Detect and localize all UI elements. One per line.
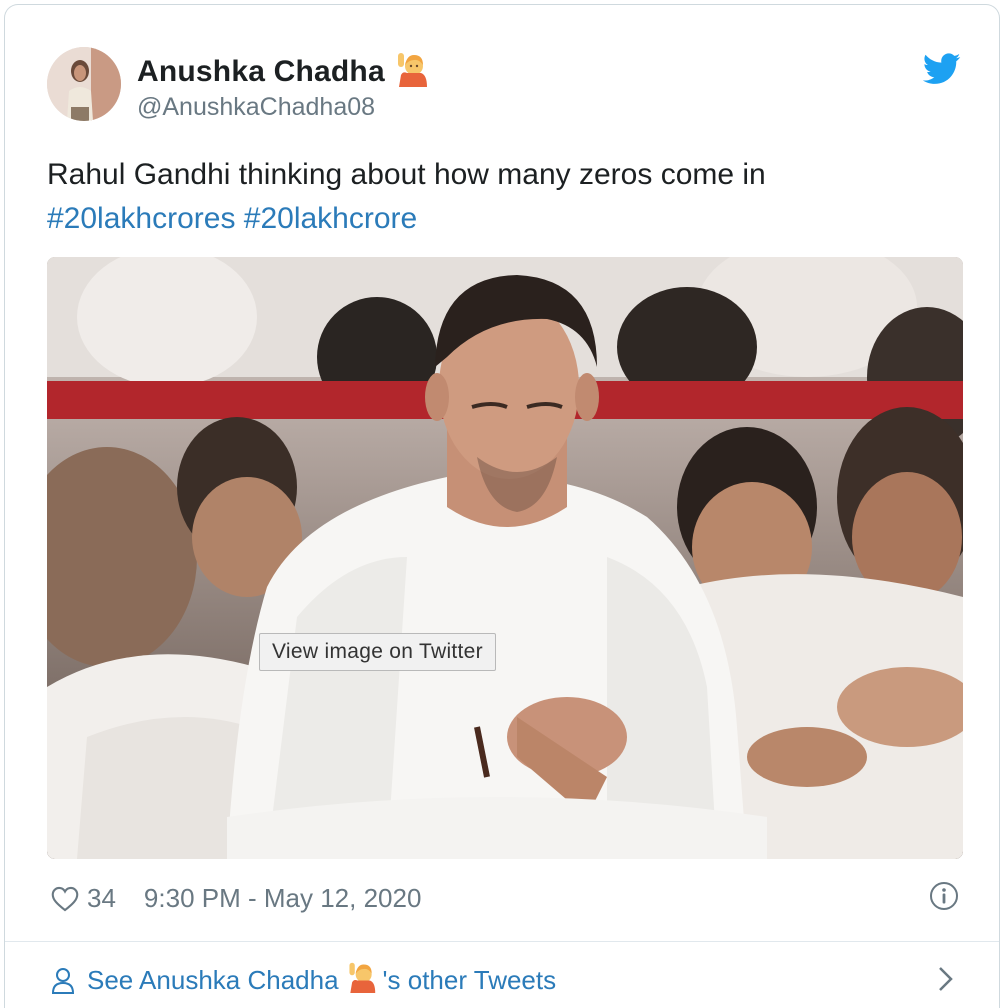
tweet-body: Rahul Gandhi thinking about how many zer… (47, 158, 766, 191)
info-icon[interactable] (929, 881, 959, 911)
person-raising-hand-emoji (393, 51, 429, 92)
author-avatar[interactable] (47, 47, 121, 121)
view-image-button[interactable]: View image on Twitter (259, 633, 496, 671)
tweet-timestamp[interactable]: 9:30 PM - May 12, 2020 (144, 883, 421, 914)
author-name[interactable]: Anushka Chadha (137, 55, 385, 89)
like-count[interactable]: 34 (87, 883, 116, 914)
heart-icon[interactable] (51, 886, 79, 912)
tweet-text: Rahul Gandhi thinking about how many zer… (47, 153, 947, 241)
footer-prefix[interactable]: See Anushka Chadha (87, 965, 339, 996)
author-handle[interactable]: @AnushkaChadha08 (137, 93, 375, 122)
twitter-bird-icon[interactable] (923, 53, 961, 85)
footer-suffix[interactable]: 's other Tweets (383, 965, 557, 996)
divider (5, 941, 999, 942)
tweet-meta: 34 9:30 PM - May 12, 2020 (51, 883, 421, 914)
hashtag-link[interactable]: #20lakhcrores (47, 202, 235, 235)
user-icon (51, 967, 75, 994)
person-raising-hand-emoji (345, 961, 377, 1000)
see-other-tweets-link[interactable]: See Anushka Chadha 's other Tweets (51, 961, 556, 1000)
chevron-right-icon[interactable] (937, 965, 955, 993)
author-name-row[interactable]: Anushka Chadha (137, 51, 429, 92)
tweet-card: Anushka Chadha @AnushkaChadha08 Rahul Ga… (4, 4, 1000, 1008)
tweet-photo[interactable]: View image on Twitter (47, 257, 963, 859)
hashtag-link[interactable]: #20lakhcrore (244, 202, 417, 235)
